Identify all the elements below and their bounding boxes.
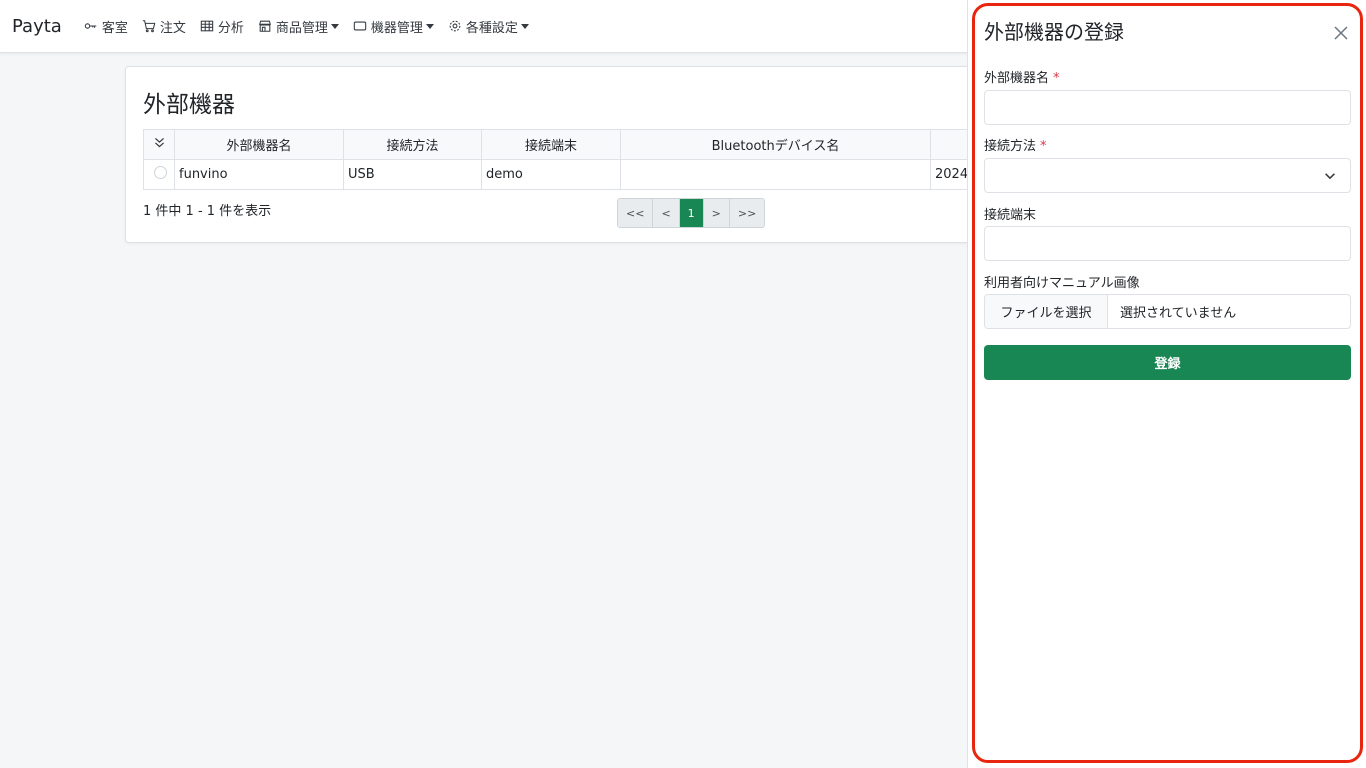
brand-logo[interactable]: Payta xyxy=(12,16,62,37)
nav-item-devices[interactable]: 機器管理 xyxy=(353,17,434,36)
nav-item-label: 各種設定 xyxy=(465,20,518,36)
terminal-input[interactable] xyxy=(984,226,1351,261)
register-device-panel: 外部機器の登録 外部機器名 * 接続方法 * 接続端末 利用者向けマニュアル画像 フ… xyxy=(967,0,1366,768)
page-title: 外部機器 xyxy=(143,92,235,118)
manual-image-file-input[interactable]: ファイルを選択 選択されていません xyxy=(984,294,1351,329)
terminal-label: 接続端末 xyxy=(984,208,1037,223)
table-header-row: 外部機器名 接続方法 接続端末 Bluetoothデバイス名 xyxy=(143,129,1011,160)
caret-down-icon xyxy=(425,23,434,29)
caret-down-icon xyxy=(330,23,339,29)
key-icon xyxy=(84,23,97,29)
panel-title: 外部機器の登録 xyxy=(984,20,1124,44)
nav-item-label: 商品管理 xyxy=(275,20,328,36)
nav-item-label: 客室 xyxy=(101,20,128,36)
column-header-name[interactable]: 外部機器名 xyxy=(174,129,344,160)
column-header-bluetooth[interactable]: Bluetoothデバイス名 xyxy=(620,129,931,160)
table-cell: funvino xyxy=(174,159,344,190)
expand-all-toggle[interactable] xyxy=(143,129,175,160)
connection-method-label: 接続方法 * xyxy=(984,135,1047,154)
page-last-button[interactable]: >> xyxy=(729,199,765,227)
nav-item-label: 分析 xyxy=(217,20,244,36)
nav-item-analytics[interactable]: 分析 xyxy=(200,17,244,36)
gear-icon xyxy=(449,20,461,32)
table-cell: demo xyxy=(481,159,621,190)
column-header-method[interactable]: 接続方法 xyxy=(343,129,482,160)
device-name-label: 外部機器名 * xyxy=(984,67,1060,86)
nav-item-settings[interactable]: 各種設定 xyxy=(448,17,529,36)
pagination: << < 1 > >> xyxy=(617,198,766,228)
table-row[interactable]: funvino USB demo 2024- xyxy=(143,159,1011,190)
register-button[interactable]: 登録 xyxy=(984,345,1351,380)
close-button[interactable] xyxy=(1332,24,1350,42)
connection-method-label-text: 接続方法 xyxy=(984,139,1037,154)
shop-icon xyxy=(258,20,271,32)
page-next-button[interactable]: > xyxy=(703,199,730,227)
file-status-text: 選択されていません xyxy=(1120,306,1237,321)
result-count: 1 件中 1 - 1 件を表示 xyxy=(143,204,272,219)
page-prev-button[interactable]: < xyxy=(653,199,680,227)
page-first-button[interactable]: << xyxy=(618,199,654,227)
device-name-input[interactable] xyxy=(984,90,1351,125)
nav-item-label: 機器管理 xyxy=(370,20,423,36)
chevron-down-icon xyxy=(1325,173,1335,180)
nav-item-orders[interactable]: 注文 xyxy=(142,17,186,36)
table-cell xyxy=(620,159,931,190)
manual-image-label: 利用者向けマニュアル画像 xyxy=(984,276,1140,291)
devices-card: 外部機器 外部機器名 接続方法 接続端末 Bluetoothデバイス名 funv… xyxy=(125,66,1025,243)
devices-table: 外部機器名 接続方法 接続端末 Bluetoothデバイス名 funvino U… xyxy=(143,129,1011,190)
table-cell: USB xyxy=(343,159,482,190)
device-icon xyxy=(353,21,367,31)
required-mark: * xyxy=(1053,71,1060,86)
nav-item-rooms[interactable]: 客室 xyxy=(84,17,128,36)
page-current-button[interactable]: 1 xyxy=(679,199,704,227)
nav-item-products[interactable]: 商品管理 xyxy=(258,17,339,36)
table-icon xyxy=(200,20,214,32)
close-icon xyxy=(1334,26,1348,40)
caret-down-icon xyxy=(520,23,529,29)
column-header-terminal[interactable]: 接続端末 xyxy=(481,129,621,160)
nav-item-label: 注文 xyxy=(159,20,186,36)
cart-icon xyxy=(142,20,156,33)
device-name-label-text: 外部機器名 xyxy=(984,71,1050,86)
choose-file-button[interactable]: ファイルを選択 xyxy=(985,295,1108,328)
required-mark: * xyxy=(1040,139,1047,154)
row-select-radio[interactable] xyxy=(154,166,167,179)
row-select-radio-cell[interactable] xyxy=(143,159,175,190)
connection-method-select[interactable] xyxy=(984,158,1351,193)
chevrons-down-icon xyxy=(154,137,164,148)
